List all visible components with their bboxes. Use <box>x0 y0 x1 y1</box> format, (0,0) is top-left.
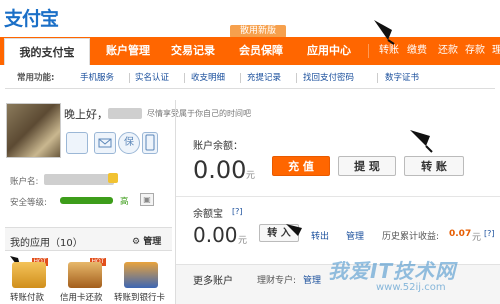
credit-card-repay-app-icon[interactable] <box>68 262 102 288</box>
transfer-button[interactable]: 转 账 <box>404 156 464 176</box>
yuebao-amount: 0.00 <box>193 223 238 247</box>
apps-manage-link[interactable]: ⚙ 管理 <box>132 234 161 247</box>
app-label[interactable]: 转账到银行卡 <box>114 291 165 303</box>
history-income-value: 0.07 <box>449 229 472 239</box>
recharge-button[interactable]: 充 值 <box>272 156 330 176</box>
security-level-value: 高 <box>120 197 129 207</box>
annotation-arrow-icon <box>374 20 395 45</box>
quick-functions-bar: 常用功能: 手机服务 实名认证 收支明细 充提记录 找回支付密码 数字证书 <box>5 67 495 89</box>
yuebao-transfer-out-link[interactable]: 转出 <box>311 229 329 242</box>
lock-icon[interactable]: ▣ <box>140 193 154 206</box>
yuebao-manage-link[interactable]: 管理 <box>346 229 364 242</box>
more-accounts-label: 更多账户 <box>193 276 233 287</box>
history-income-label: 历史累计收益: <box>382 232 440 242</box>
protection-icon[interactable]: 保 <box>118 132 140 154</box>
id-card-icon[interactable] <box>66 132 88 154</box>
nav-pay-bills[interactable]: 缴费 <box>407 37 427 65</box>
divider <box>129 73 130 83</box>
account-name-label: 账户名: <box>10 177 39 187</box>
divider <box>184 73 185 83</box>
nav-my-alipay[interactable]: 我的支付宝 <box>4 38 90 65</box>
annotation-arrow-icon <box>410 130 433 153</box>
nav-member-protection[interactable]: 会员保障 <box>234 37 288 65</box>
balance-unit: 元 <box>246 171 256 181</box>
alipay-logo[interactable]: 支付宝 <box>4 4 64 30</box>
withdraw-button[interactable]: 提 现 <box>338 156 396 176</box>
nav-app-center[interactable]: 应用中心 <box>302 37 356 65</box>
nav-deposit[interactable]: 存款 <box>465 37 485 65</box>
watermark-url: www.52ij.com <box>376 282 446 293</box>
fund-account-manage-link[interactable]: 管理 <box>303 273 321 286</box>
account-verify-icon[interactable] <box>108 173 118 183</box>
link-digital-certificate[interactable]: 数字证书 <box>385 67 419 89</box>
greeting-tip: 尽情享受属于你自己的时间吧 <box>147 109 251 118</box>
history-help-link[interactable]: [?] <box>484 229 495 238</box>
app-label[interactable]: 信用卡还款 <box>60 291 103 303</box>
fund-account-label: 理财专户: <box>257 276 297 286</box>
bank-card-transfer-app-icon[interactable] <box>124 262 158 288</box>
link-real-name-auth[interactable]: 实名认证 <box>135 67 169 89</box>
blurred-account-name <box>44 174 114 185</box>
avatar[interactable] <box>6 103 61 158</box>
history-income-unit: 元 <box>472 233 482 243</box>
blurred-username <box>108 108 142 119</box>
nav-repay[interactable]: 还款 <box>438 37 458 65</box>
link-recover-password[interactable]: 找回支付密码 <box>303 67 354 89</box>
link-mobile-service[interactable]: 手机服务 <box>80 67 114 89</box>
divider <box>296 73 297 83</box>
divider <box>240 73 241 83</box>
alipay-account-page: 支付宝 散用新版 我的支付宝 账户管理 交易记录 会员保障 应用中心 转账 缴费… <box>0 0 500 304</box>
yuebao-help-link[interactable]: [?] <box>232 207 243 216</box>
nav-divider <box>368 44 369 58</box>
security-level-bar <box>60 197 113 204</box>
divider <box>377 73 378 83</box>
quick-functions-label: 常用功能: <box>17 73 55 83</box>
mobile-phone-icon[interactable] <box>142 132 158 154</box>
watermark: 我爱IT技术网 <box>328 259 457 283</box>
balance-label: 账户余额： <box>193 141 243 152</box>
email-icon[interactable] <box>94 132 116 154</box>
app-label[interactable]: 转账付款 <box>10 291 44 303</box>
greeting-text: 晚上好， <box>64 108 108 121</box>
annotation-arrow-icon <box>286 224 302 236</box>
transfer-payment-app-icon[interactable] <box>12 262 46 288</box>
nav-account-management[interactable]: 账户管理 <box>96 37 160 65</box>
yuebao-unit: 元 <box>238 236 248 246</box>
link-recharge-records[interactable]: 充提记录 <box>247 67 281 89</box>
nav-transaction-records[interactable]: 交易记录 <box>166 37 220 65</box>
link-income-expense[interactable]: 收支明细 <box>191 67 225 89</box>
nav-more[interactable]: 理 <box>492 37 500 65</box>
yuebao-label: 余额宝 <box>193 209 223 220</box>
my-apps-title: 我的应用（10） <box>10 238 83 249</box>
section-divider <box>176 196 500 197</box>
balance-amount: 0.00 <box>193 156 247 184</box>
security-level-label: 安全等级: <box>10 198 47 208</box>
